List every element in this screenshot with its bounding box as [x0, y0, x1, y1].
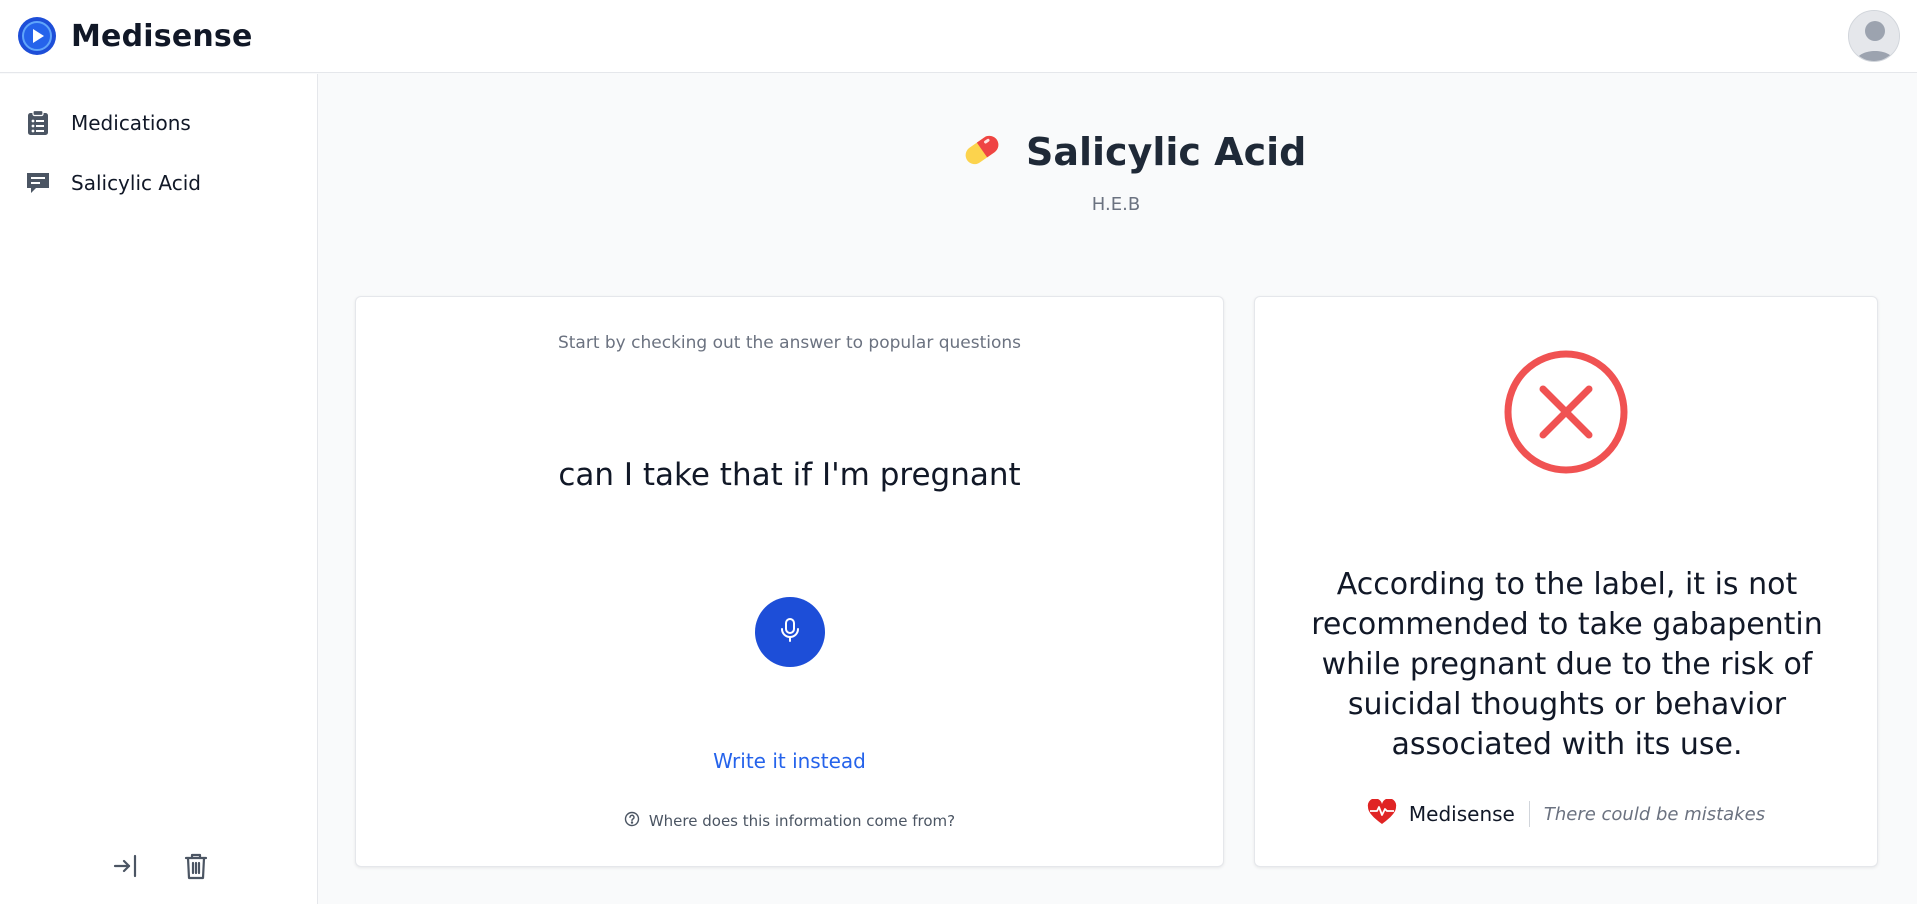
top-header: Medisense: [0, 0, 1917, 73]
heart-pulse-icon: [1367, 798, 1397, 829]
x-circle-icon: [1503, 349, 1629, 475]
chat-bubble-icon: [24, 169, 52, 197]
app-brand[interactable]: Medisense: [71, 19, 253, 54]
manufacturer-label: H.E.B: [1091, 194, 1141, 215]
sidebar-item-label: Medications: [71, 111, 191, 135]
medication-header: Salicylic Acid: [960, 128, 1306, 176]
page-title: Salicylic Acid: [1026, 130, 1307, 174]
trash-icon[interactable]: [178, 848, 214, 884]
sidebar-item-medications[interactable]: Medications: [24, 106, 191, 140]
pill-icon: [960, 128, 1004, 176]
microphone-button[interactable]: [755, 597, 825, 667]
microphone-icon: [777, 616, 803, 648]
answer-footer: Medisense There could be mistakes: [1255, 798, 1877, 829]
divider: [1528, 801, 1530, 827]
disclaimer-text: There could be mistakes: [1543, 803, 1766, 825]
clipboard-list-icon: [24, 109, 52, 137]
user-avatar-icon[interactable]: [1848, 10, 1900, 62]
play-logo-icon[interactable]: [17, 16, 57, 56]
answer-card: According to the label, it is not recomm…: [1254, 296, 1878, 867]
question-card: Start by checking out the answer to popu…: [355, 296, 1224, 867]
information-source-link[interactable]: Where does this information come from?: [356, 811, 1223, 831]
sidebar-item-salicylic-acid[interactable]: Salicylic Acid: [24, 166, 201, 200]
sidebar: Medications Salicylic Acid: [0, 74, 318, 904]
login-arrow-icon[interactable]: [108, 848, 144, 884]
answer-text: According to the label, it is not recomm…: [1311, 567, 1823, 762]
popular-questions-hint: Start by checking out the answer to popu…: [557, 333, 1022, 353]
sidebar-actions: [108, 848, 214, 884]
footer-brand: Medisense: [1408, 802, 1515, 826]
sidebar-item-label: Salicylic Acid: [71, 171, 201, 195]
information-source-label: Where does this information come from?: [648, 812, 956, 830]
write-it-instead-link[interactable]: Write it instead: [356, 749, 1223, 773]
question-circle-icon: [624, 811, 640, 831]
question-text[interactable]: can I take that if I'm pregnant: [356, 457, 1223, 493]
